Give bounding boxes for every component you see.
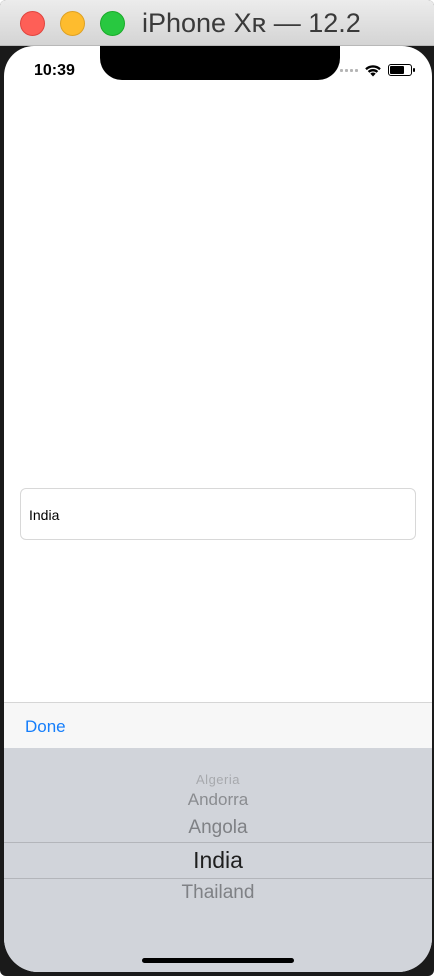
picker-option[interactable]: Angola: [4, 817, 432, 839]
done-button[interactable]: Done: [25, 717, 66, 737]
selection-indicator-bottom: [4, 878, 432, 879]
zoom-window-button[interactable]: [100, 11, 125, 36]
selection-indicator-top: [4, 842, 432, 843]
close-window-button[interactable]: [20, 11, 45, 36]
cellular-signal-icon: [340, 68, 358, 72]
picker-option[interactable]: Thailand: [4, 882, 432, 904]
country-text-field[interactable]: India: [20, 488, 416, 540]
status-time: 10:39: [34, 62, 75, 79]
window-title: iPhone Xʀ — 12.2: [142, 8, 361, 38]
notch: [100, 46, 340, 80]
picker-option-selected[interactable]: India: [4, 847, 432, 874]
simulator-window: iPhone Xʀ — 12.2 10:39 India Done Algeri…: [0, 0, 434, 976]
country-picker[interactable]: Algeria Andorra Angola India Thailand: [4, 748, 432, 972]
battery-level-fill: [390, 66, 404, 74]
picker-option[interactable]: Andorra: [4, 790, 432, 810]
status-indicators: [340, 63, 415, 77]
wifi-icon: [365, 65, 381, 77]
minimize-window-button[interactable]: [60, 11, 85, 36]
title-bar: iPhone Xʀ — 12.2: [0, 0, 434, 46]
device-screen: 10:39 India Done Algeria Andorra Angola …: [4, 46, 432, 972]
picker-option[interactable]: Algeria: [4, 772, 432, 787]
battery-icon: [388, 64, 415, 76]
home-indicator[interactable]: [142, 958, 294, 963]
picker-toolbar: Done: [4, 702, 432, 748]
